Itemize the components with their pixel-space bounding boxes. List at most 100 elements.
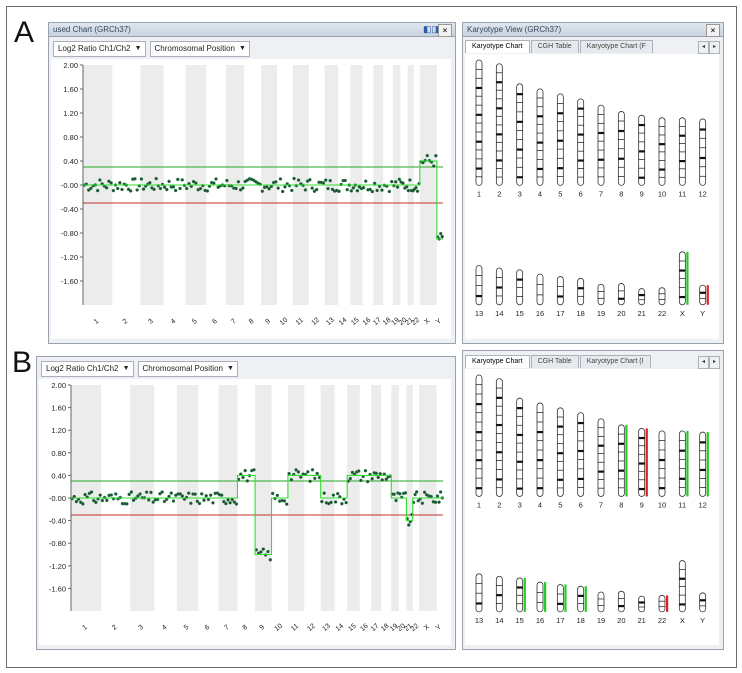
chromosome-band-mark xyxy=(618,139,625,140)
chromosome-ideogram xyxy=(577,585,585,613)
chromosome-band-mark xyxy=(496,98,503,100)
chromosome-band-mark xyxy=(659,449,665,451)
close-button[interactable]: × xyxy=(438,24,452,37)
data-point xyxy=(314,187,319,192)
data-point xyxy=(270,491,275,496)
tab-next-icon[interactable]: ▸ xyxy=(709,356,720,369)
data-point xyxy=(133,177,137,181)
chromosome-band-mark xyxy=(577,459,584,460)
tab-karyotype-chart[interactable]: Karyotype Chart xyxy=(465,40,530,53)
chromosome-band-mark xyxy=(537,459,543,462)
data-point xyxy=(333,500,338,504)
chromosome-band-mark xyxy=(659,600,665,602)
x-tick-label: Y xyxy=(435,317,443,326)
data-point xyxy=(194,181,198,185)
data-point xyxy=(380,188,384,192)
data-point xyxy=(162,185,167,189)
chevron-down-icon: ▼ xyxy=(227,365,234,372)
chromosome-band-mark xyxy=(557,416,564,418)
data-point xyxy=(178,186,182,191)
chromosome-band-mark xyxy=(476,393,482,395)
data-point xyxy=(228,501,232,505)
chromosome-band-mark xyxy=(496,81,503,84)
data-point xyxy=(328,178,332,183)
tab-prev-icon[interactable]: ◂ xyxy=(698,356,709,369)
data-point xyxy=(349,189,353,193)
chromosome-ideogram xyxy=(577,277,585,306)
tab-karyotype-chart-f[interactable]: Karyotype Chart (F xyxy=(579,40,653,53)
data-point xyxy=(414,185,418,190)
data-point xyxy=(364,179,368,183)
close-button[interactable]: × xyxy=(706,24,720,37)
data-point xyxy=(83,492,87,497)
data-point xyxy=(324,178,328,182)
chromosome-band-mark xyxy=(516,148,523,151)
chromosome-band-mark xyxy=(537,176,543,178)
data-point xyxy=(366,479,370,484)
x-tick-label: 15 xyxy=(350,317,361,327)
data-point xyxy=(290,188,294,193)
data-point xyxy=(392,492,396,496)
data-point xyxy=(98,493,102,497)
log-ratio-plot-b[interactable]: 2.00 1.60 1.20 0.80 0.40 -0.00 -0.40 -0.80 -1.20… xyxy=(39,379,451,645)
chromosome-band-mark xyxy=(537,167,543,171)
chromosome-band-mark xyxy=(659,299,665,300)
chromosome-band-mark xyxy=(537,477,543,479)
data-point xyxy=(348,476,353,481)
data-point xyxy=(261,547,266,551)
chromosome-band-mark xyxy=(476,113,482,116)
chromosome-band-mark xyxy=(679,143,686,144)
data-point xyxy=(375,188,379,193)
data-point xyxy=(425,153,429,158)
chromosome-band-mark xyxy=(476,149,482,151)
tab-karyotype-chart[interactable]: Karyotype Chart xyxy=(465,355,530,368)
chromosome-band-mark xyxy=(516,157,523,159)
data-point xyxy=(173,188,178,193)
chromosome-label: 14 xyxy=(495,616,503,625)
data-point xyxy=(280,189,285,194)
tab-cgh-table[interactable]: CGH Table xyxy=(530,40,579,53)
position-dropdown[interactable]: Chromosomal Position ▼ xyxy=(149,41,250,57)
tab-next-icon[interactable]: ▸ xyxy=(709,41,720,54)
dock-icon[interactable]: ◧◨ xyxy=(423,24,440,35)
tab-prev-icon[interactable]: ◂ xyxy=(698,41,709,54)
chromosome-band-mark xyxy=(516,424,523,426)
chromosome-band-mark xyxy=(476,167,482,170)
chromosome-ideogram xyxy=(617,283,625,306)
karyotype-window-title-a: Karyotype View (GRCh37) xyxy=(463,23,723,37)
data-point xyxy=(152,187,156,192)
chromosome-band-mark xyxy=(577,287,584,290)
ratio-dropdown[interactable]: Log2 Ratio Ch1/Ch2 ▼ xyxy=(53,41,146,57)
position-dropdown[interactable]: Chromosomal Position ▼ xyxy=(137,361,238,377)
ratio-dropdown[interactable]: Log2 Ratio Ch1/Ch2 ▼ xyxy=(41,361,134,377)
data-point xyxy=(407,523,411,527)
chromosome-band-mark xyxy=(659,468,665,470)
data-point xyxy=(226,498,230,502)
data-point xyxy=(171,499,176,503)
data-point xyxy=(345,187,349,192)
loss-bar xyxy=(706,285,709,305)
data-point xyxy=(224,501,228,506)
chromosome-ideogram xyxy=(556,584,564,613)
chromosome-band-mark xyxy=(496,460,503,461)
chromosome-band-mark xyxy=(679,160,686,163)
chromosome-band-mark xyxy=(516,460,523,463)
tab-cgh-table[interactable]: CGH Table xyxy=(530,355,579,368)
chromosome-band-mark xyxy=(679,287,686,288)
data-point xyxy=(158,186,163,191)
chromosome-label: 21 xyxy=(637,616,645,625)
log-ratio-plot-a[interactable]: 2.00 1.60 1.20 0.80 0.40 -0.00 -0.40 -0.80 -1.20… xyxy=(51,59,451,339)
chromosome-ideogram xyxy=(516,269,524,306)
chromosome-band-mark xyxy=(598,598,604,600)
chromosome-band-mark xyxy=(537,159,543,160)
data-point xyxy=(422,490,427,494)
data-point xyxy=(125,502,129,506)
tab-karyotype-chart-i[interactable]: Karyotype Chart (I xyxy=(579,355,651,368)
data-point xyxy=(394,498,398,503)
data-point xyxy=(154,176,158,181)
chromosome-band-mark xyxy=(476,158,482,160)
data-point xyxy=(285,502,289,506)
data-point xyxy=(167,179,171,184)
data-point xyxy=(89,490,94,494)
data-point xyxy=(120,187,124,192)
